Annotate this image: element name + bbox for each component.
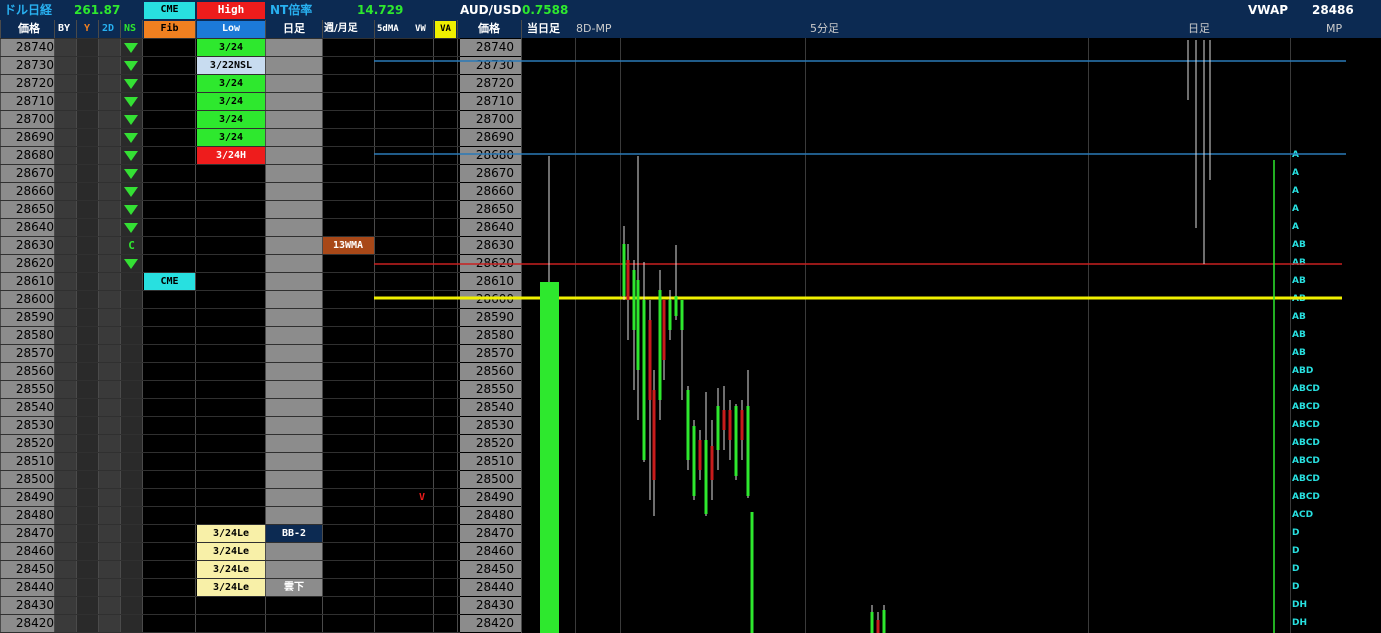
candle-body	[870, 612, 874, 633]
candle-body	[662, 300, 666, 360]
candle-body	[668, 300, 672, 330]
candle-body	[648, 320, 652, 400]
candle-body	[622, 244, 626, 296]
candle-body	[686, 390, 690, 460]
candle-body	[680, 300, 684, 330]
candle-body	[642, 300, 646, 460]
trading-board: ドル日経 261.87 CME High NT倍率 14.729 AUD/USD…	[0, 0, 1381, 633]
today-bar	[540, 282, 559, 633]
candle-body	[704, 440, 708, 514]
candle-body	[626, 260, 630, 300]
candle-body	[636, 280, 640, 370]
candle-body	[658, 290, 662, 400]
candle-body	[734, 406, 738, 476]
candle-body	[746, 406, 750, 496]
candle-body	[632, 270, 636, 330]
candle-body	[722, 410, 726, 430]
candle-body	[698, 440, 702, 470]
candle-body	[740, 410, 744, 440]
candle-body	[692, 426, 696, 496]
candle-body	[652, 390, 656, 480]
candle-body	[716, 406, 720, 450]
candle-body	[876, 620, 880, 633]
candle-body	[750, 512, 754, 633]
candle-body	[882, 610, 886, 633]
candle-body	[674, 296, 678, 316]
candle-body	[728, 410, 732, 440]
candle-body	[710, 446, 714, 480]
price-chart	[0, 20, 1346, 633]
